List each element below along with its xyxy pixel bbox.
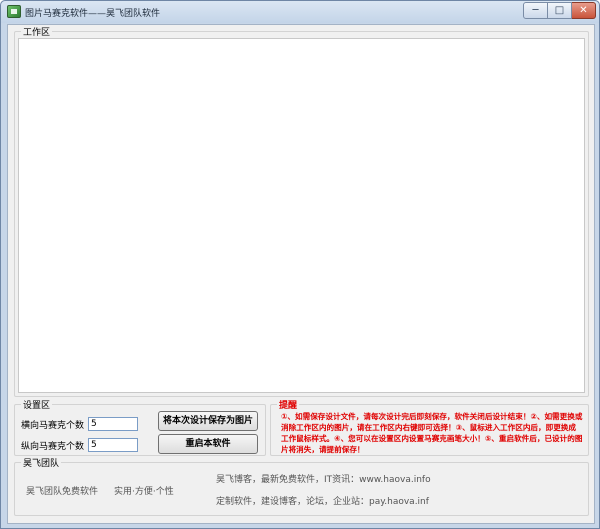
vertical-count-label: 纵向马赛克个数 (21, 442, 85, 452)
window-title: 图片马赛克软件——昊飞团队软件 (25, 9, 161, 19)
settings-label: 设置区 (21, 398, 53, 411)
reminder-text: ①、如需保存设计文件，请每次设计完后即刻保存，软件关闭后设计结束！②、如需更换或… (281, 412, 583, 454)
vertical-count-input[interactable]: 5 (88, 438, 138, 452)
reminder-group: 提醒 ①、如需保存设计文件，请每次设计完后即刻保存，软件关闭后设计结束！②、如需… (270, 398, 589, 456)
app-window: 图片马赛克软件——昊飞团队软件 ─ □ ✕ 工作区 设置区 横向马赛克个数 5 … (0, 0, 600, 529)
team-label: 昊飞团队 (21, 456, 62, 469)
horizontal-count-input[interactable]: 5 (88, 417, 138, 431)
save-image-button[interactable]: 将本次设计保存为图片 (158, 411, 258, 431)
close-icon: ✕ (579, 5, 588, 16)
minimize-icon: ─ (532, 5, 539, 16)
restart-button[interactable]: 重启本软件 (158, 434, 258, 454)
team-group: 昊飞团队 昊飞团队免费软件 实用·方便·个性 昊飞博客，最新免费软件，IT资讯：… (14, 456, 589, 516)
work-canvas[interactable] (18, 38, 585, 393)
team-blog-link[interactable]: 昊飞博客，最新免费软件，IT资讯：www.haova.info (216, 472, 431, 485)
maximize-icon: □ (554, 5, 565, 16)
team-free-software-text: 昊飞团队免费软件 (26, 487, 99, 497)
client-area: 工作区 设置区 横向马赛克个数 5 纵向马赛克个数 5 将本次设计保存为图片 重… (7, 24, 595, 524)
horizontal-count-label: 横向马赛克个数 (21, 421, 85, 431)
settings-group: 设置区 横向马赛克个数 5 纵向马赛克个数 5 将本次设计保存为图片 重启本软件 (14, 398, 266, 456)
app-icon (7, 5, 21, 18)
workarea-group: 工作区 (14, 25, 589, 397)
maximize-button[interactable]: □ (548, 2, 572, 19)
minimize-button[interactable]: ─ (523, 2, 548, 19)
close-button[interactable]: ✕ (572, 2, 596, 19)
title-bar[interactable]: 图片马赛克软件——昊飞团队软件 ─ □ ✕ (1, 1, 599, 23)
reminder-label: 提醒 (277, 398, 300, 411)
team-slogan-text: 实用·方便·个性 (114, 487, 174, 497)
team-custom-link[interactable]: 定制软件，建设博客，论坛，企业站：pay.haova.inf (216, 494, 429, 507)
workarea-label: 工作区 (21, 25, 53, 38)
